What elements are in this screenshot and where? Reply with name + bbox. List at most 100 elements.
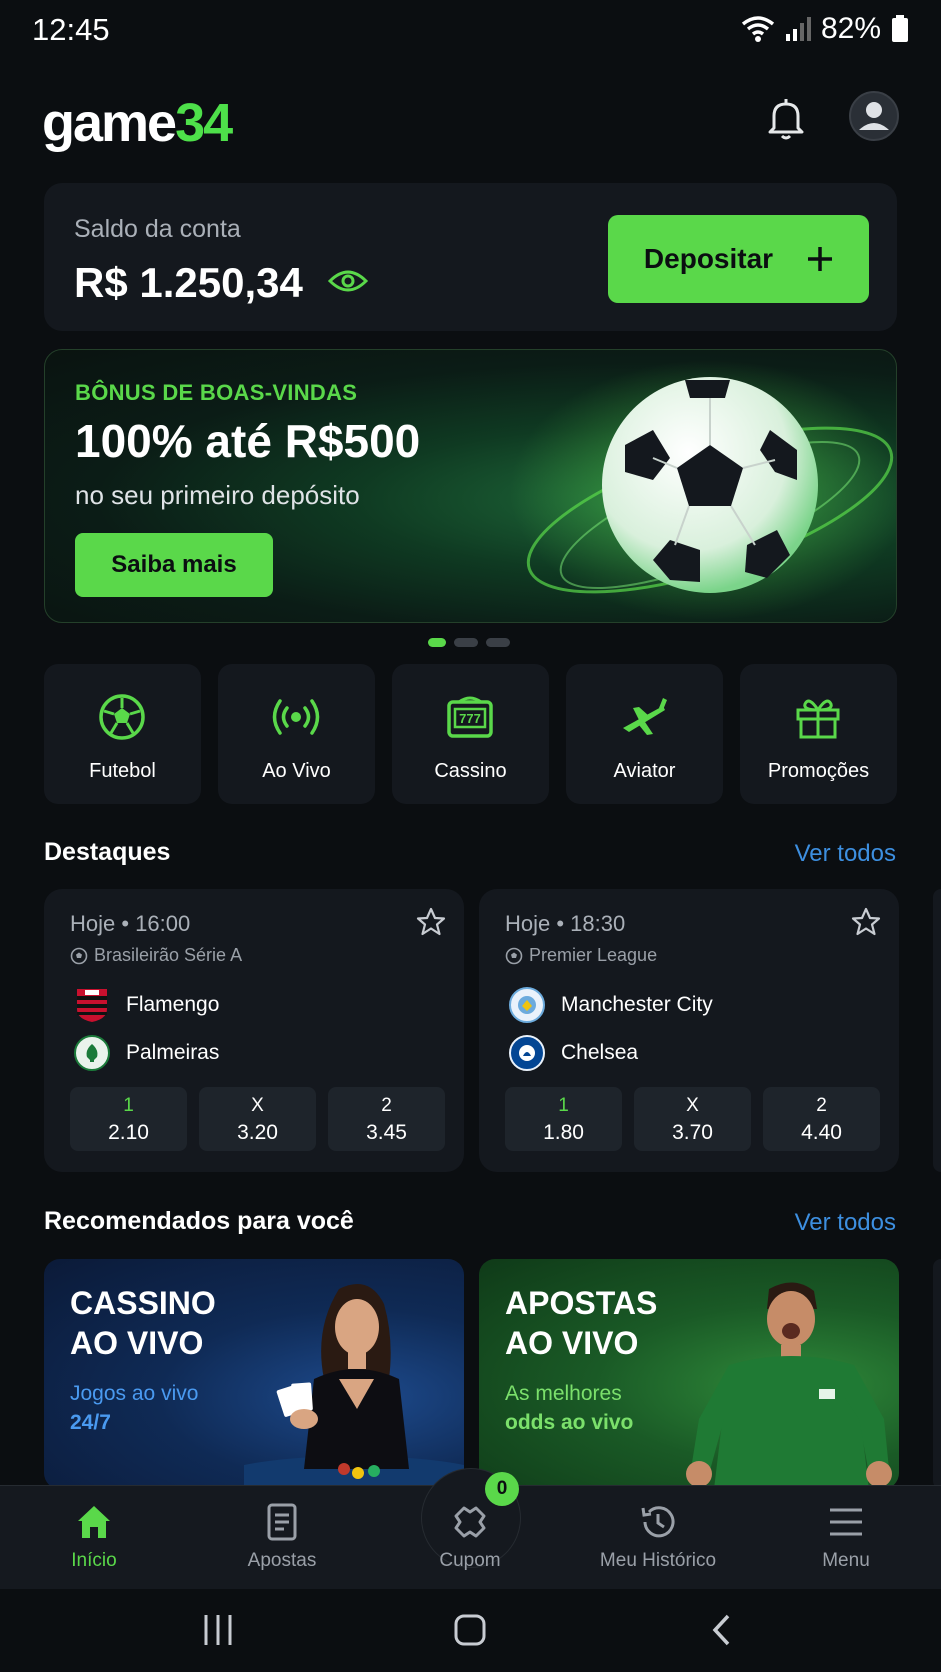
back-icon[interactable] (710, 1613, 734, 1647)
category-label: Aviator (613, 760, 676, 782)
airplane-icon (623, 698, 667, 735)
app-header: game34 (0, 80, 941, 160)
carousel-dots[interactable] (428, 638, 510, 647)
nav-label: Meu Histórico (599, 1550, 717, 1571)
team-name: Flamengo (126, 993, 220, 1016)
card-title-line: CASSINO (70, 1285, 216, 1321)
carousel-dot-active[interactable] (428, 638, 446, 647)
casino-dealer-illustration (244, 1284, 464, 1489)
category-cassino[interactable]: 777 Cassino (392, 664, 549, 804)
odds-row: 1 1.80 X 3.70 2 4.40 (505, 1087, 880, 1151)
soccer-ball-illustration (510, 360, 896, 620)
home-team: Flamengo (74, 987, 219, 1023)
odd-button-away[interactable]: 2 3.45 (328, 1087, 445, 1151)
card-title-line: APOSTAS (505, 1285, 658, 1321)
home-button-icon[interactable] (453, 1613, 487, 1647)
category-aviator[interactable]: Aviator (566, 664, 723, 804)
balance-value: R$ 1.250,34 (74, 259, 303, 306)
nav-item-apostas[interactable]: Apostas (188, 1486, 376, 1590)
card-subtitle-line: Jogos ao vivo (70, 1382, 199, 1405)
wifi-icon (741, 15, 775, 43)
category-label: Promoções (767, 760, 870, 782)
plus-icon (807, 246, 833, 272)
category-promocoes[interactable]: Promoções (740, 664, 897, 804)
match-time: Hoje • 18:30 (505, 911, 626, 936)
card-title: CASSINO AO VIVO (70, 1283, 216, 1363)
coupon-count-badge: 0 (485, 1472, 519, 1506)
balance-label: Saldo da conta (74, 215, 241, 243)
app-logo[interactable]: game34 (42, 92, 233, 154)
live-broadcast-icon (272, 699, 320, 735)
category-label: Ao Vivo (262, 760, 331, 782)
promo-learn-more-button[interactable]: Saiba mais (75, 533, 273, 597)
promo-banner[interactable]: BÔNUS DE BOAS-VINDAS 100% até R$500 no s… (44, 349, 897, 623)
carousel-dot[interactable] (454, 638, 478, 647)
profile-avatar-icon[interactable] (848, 90, 900, 142)
nav-item-cupom[interactable]: Cupom (376, 1486, 564, 1590)
battery-percent: 82% (820, 12, 881, 45)
nav-item-inicio[interactable]: Início (0, 1486, 188, 1590)
bell-icon[interactable] (762, 94, 810, 142)
document-icon (267, 1503, 297, 1541)
card-title: APOSTAS AO VIVO (505, 1283, 657, 1363)
odd-key: X (686, 1095, 699, 1116)
card-title-line: AO VIVO (505, 1325, 639, 1361)
odd-button-home[interactable]: 1 2.10 (70, 1087, 187, 1151)
match-card[interactable]: Hoje • 16:00 Brasileirão Série A Flameng… (44, 889, 464, 1172)
live-bets-card[interactable]: APOSTAS AO VIVO As melhores odds ao vivo (479, 1259, 899, 1489)
category-label: Cassino (434, 760, 507, 782)
deposit-button[interactable]: Depositar (608, 215, 869, 303)
match-league: Brasileirão Série A (70, 945, 242, 966)
match-card[interactable]: Hoje • 18:30 Premier League Manchester C… (479, 889, 899, 1172)
soccer-player-illustration (686, 1282, 892, 1489)
chelsea-crest-icon (509, 1035, 545, 1071)
bottom-navigation: Início Apostas Cupom 0 Meu Histórico Men… (0, 1468, 941, 1590)
odd-value: 1.80 (543, 1121, 584, 1144)
team-name: Manchester City (561, 993, 713, 1016)
highlights-see-all-link[interactable]: Ver todos (795, 840, 896, 868)
next-match-card-peek[interactable] (933, 889, 941, 1172)
card-subtitle-line: 24/7 (70, 1411, 111, 1434)
category-ao-vivo[interactable]: Ao Vivo (218, 664, 375, 804)
favorite-star-icon[interactable] (416, 907, 446, 937)
battery-icon (891, 15, 909, 43)
nav-item-menu[interactable]: Menu (752, 1486, 940, 1590)
category-shortcuts: Futebol Ao Vivo 777 Cassino Aviator Prom… (44, 664, 899, 804)
odd-value: 3.20 (237, 1121, 278, 1144)
favorite-star-icon[interactable] (851, 907, 881, 937)
coupon-icon (454, 1506, 486, 1538)
odds-row: 1 2.10 X 3.20 2 3.45 (70, 1087, 445, 1151)
recommended-see-all-link[interactable]: Ver todos (795, 1209, 896, 1237)
team-name: Palmeiras (126, 1041, 220, 1064)
flamengo-crest-icon (74, 987, 110, 1023)
odd-button-home[interactable]: 1 1.80 (505, 1087, 622, 1151)
promo-kicker: BÔNUS DE BOAS-VINDAS (75, 380, 358, 405)
odd-value: 4.40 (801, 1121, 842, 1144)
recommended-title: Recomendados para você (44, 1207, 354, 1235)
status-bar: 12:45 82% (0, 0, 941, 62)
eye-icon[interactable] (328, 265, 368, 297)
soccer-ball-icon (70, 947, 88, 964)
slot-machine-icon: 777 (447, 696, 493, 738)
odd-value: 3.45 (366, 1121, 407, 1144)
odd-key: 1 (123, 1095, 134, 1116)
odd-key: 2 (816, 1095, 827, 1116)
nav-item-historico[interactable]: Meu Histórico (564, 1486, 752, 1590)
odd-button-away[interactable]: 2 4.40 (763, 1087, 880, 1151)
nav-label: Menu (822, 1550, 870, 1571)
category-futebol[interactable]: Futebol (44, 664, 201, 804)
odd-button-draw[interactable]: X 3.20 (199, 1087, 316, 1151)
balance-card: Saldo da conta R$ 1.250,34 Depositar (44, 183, 897, 331)
gift-icon (796, 699, 840, 739)
promo-title: 100% até R$500 (75, 415, 421, 467)
next-recommended-card-peek[interactable] (933, 1259, 941, 1489)
soccer-ball-icon (505, 947, 523, 964)
carousel-dot[interactable] (486, 638, 510, 647)
odd-button-draw[interactable]: X 3.70 (634, 1087, 751, 1151)
live-casino-card[interactable]: CASSINO AO VIVO Jogos ao vivo 24/7 (44, 1259, 464, 1489)
menu-icon (830, 1508, 862, 1536)
palmeiras-crest-icon (74, 1035, 110, 1071)
deposit-button-label: Depositar (643, 243, 774, 274)
recent-apps-icon[interactable] (202, 1613, 234, 1647)
home-team: Manchester City (509, 987, 713, 1023)
